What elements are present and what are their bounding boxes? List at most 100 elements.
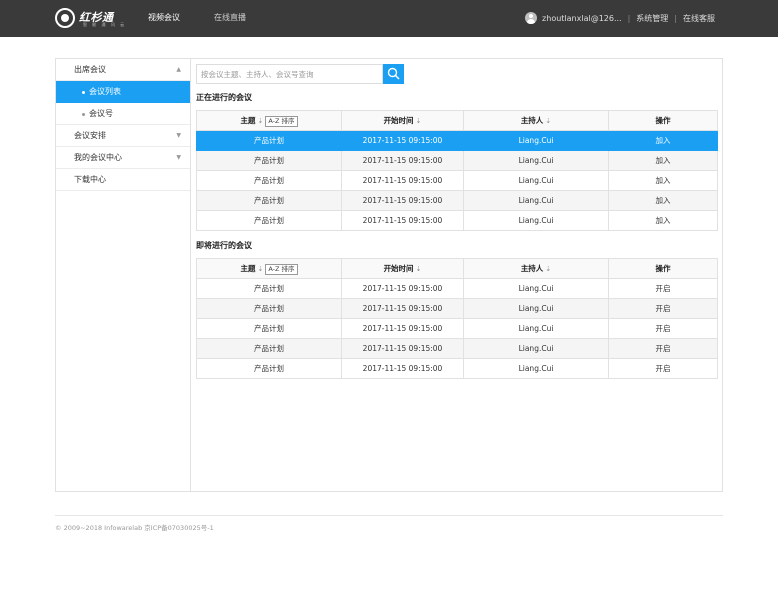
join-button[interactable]: 加入 [608, 170, 718, 191]
sort-down-icon[interactable]: ⇣ [416, 117, 422, 125]
column-header-topic[interactable]: 主题 ⇣ A-Z 排序 [196, 258, 342, 279]
bullet-icon [82, 113, 85, 116]
chevron-down-icon: ▼ [176, 132, 181, 139]
cell-host: Liang.Cui [463, 190, 609, 211]
cell-topic: 产品计划 [196, 190, 342, 211]
cell-host: Liang.Cui [463, 338, 609, 359]
search-icon [387, 67, 400, 80]
cell-topic: 产品计划 [196, 170, 342, 191]
logo[interactable]: 红杉通 智 能 通 讯 云 [55, 8, 125, 30]
cell-start-time: 2017-11-15 09:15:00 [341, 298, 464, 319]
join-button[interactable]: 加入 [608, 130, 718, 151]
cell-topic: 产品计划 [196, 278, 342, 299]
column-header-start-time[interactable]: 开始时间 ⇣ [341, 110, 464, 131]
column-header-host[interactable]: 主持人 ⇣ [463, 258, 609, 279]
content-area: 正在进行的会议 主题⇣A-Z 排序 开始时间⇣ 主持人⇣ 操作 产品计划 201… [196, 64, 718, 379]
header-label: 主题 [240, 263, 256, 273]
table-row[interactable]: 产品计划 2017-11-15 09:15:00 Liang.Cui 开启 [196, 298, 718, 319]
nav-video-meeting[interactable]: 视频会议 [148, 12, 180, 23]
main-panel: 出席会议 ▲ 会议列表 会议号 会议安排 ▼ 我的会议中心 ▼ 下载中心 按会议… [55, 58, 723, 492]
cell-topic: 产品计划 [196, 150, 342, 171]
cell-start-time: 2017-11-15 09:15:00 [341, 150, 464, 171]
start-button[interactable]: 开启 [608, 338, 718, 359]
cell-start-time: 2017-11-15 09:15:00 [341, 338, 464, 359]
column-header-action: 操作 [608, 258, 718, 279]
join-button[interactable]: 加入 [608, 210, 718, 231]
cell-host: Liang.Cui [463, 150, 609, 171]
table-row[interactable]: 产品计划 2017-11-15 09:15:00 Liang.Cui 加入 [196, 150, 718, 171]
sidebar-item-meeting-list[interactable]: 会议列表 [56, 81, 190, 103]
sort-down-icon[interactable]: ⇣ [545, 117, 551, 125]
divider: | [674, 13, 677, 23]
cell-host: Liang.Cui [463, 298, 609, 319]
nav-live-stream[interactable]: 在线直播 [214, 12, 246, 23]
user-area: zhoutlanxlal@126... | 系统管理 | 在线客服 [525, 11, 715, 25]
bullet-icon [82, 91, 85, 94]
cell-start-time: 2017-11-15 09:15:00 [341, 318, 464, 339]
sort-down-icon[interactable]: ⇣ [257, 265, 263, 273]
column-header-host[interactable]: 主持人 ⇣ [463, 110, 609, 131]
divider: | [627, 13, 631, 23]
join-button[interactable]: 加入 [608, 150, 718, 171]
cell-start-time: 2017-11-15 09:15:00 [341, 358, 464, 379]
search-input[interactable] [196, 64, 383, 84]
column-header-start-time[interactable]: 开始时间 ⇣ [341, 258, 464, 279]
column-header-topic[interactable]: 主题 ⇣ A-Z 排序 [196, 110, 342, 131]
table-row[interactable]: 产品计划 2017-11-15 09:15:00 Liang.Cui 开启 [196, 318, 718, 339]
cell-start-time: 2017-11-15 09:15:00 [341, 130, 464, 151]
avatar-icon[interactable] [525, 12, 538, 24]
ongoing-section-title: 正在进行的会议 [196, 93, 252, 102]
sidebar-item-download-center[interactable]: 下载中心 [56, 169, 190, 191]
cell-topic: 产品计划 [196, 338, 342, 359]
search-bar [196, 64, 716, 84]
sidebar-item-label: 我的会议中心 [74, 153, 122, 162]
table-row[interactable]: 产品计划 2017-11-15 09:15:00 Liang.Cui 加入 [196, 190, 718, 211]
sidebar-item-label: 会议号 [89, 109, 113, 118]
cell-topic: 产品计划 [196, 210, 342, 231]
header-label: 主持人 [520, 264, 544, 273]
ongoing-meetings-table: 主题 ⇣ A-Z 排序 开始时间 ⇣ 主持人 ⇣ 操作 产品计划 2017-11-15 … [196, 110, 718, 231]
join-button[interactable]: 加入 [608, 190, 718, 211]
table-row[interactable]: 产品计划 2017-11-15 09:15:00 Liang.Cui 开启 [196, 338, 718, 359]
logo-icon [55, 8, 75, 28]
table-row[interactable]: 产品计划 2017-11-15 09:15:00 Liang.Cui 加入 [196, 170, 718, 191]
footer-copyright: © 2009~2018 Infowarelab 京ICP备07030025号-1 [55, 524, 214, 532]
sidebar-item-my-meeting-center[interactable]: 我的会议中心 ▼ [56, 147, 190, 169]
system-management-link[interactable]: 系统管理 [636, 13, 668, 24]
user-account[interactable]: zhoutlanxlal@126... [542, 14, 622, 23]
cell-start-time: 2017-11-15 09:15:00 [341, 170, 464, 191]
start-button[interactable]: 开启 [608, 298, 718, 319]
sidebar: 出席会议 ▲ 会议列表 会议号 会议安排 ▼ 我的会议中心 ▼ 下载中心 [56, 59, 191, 491]
cell-host: Liang.Cui [463, 130, 609, 151]
column-header-action: 操作 [608, 110, 718, 131]
sort-down-icon[interactable]: ⇣ [416, 265, 422, 273]
sort-down-icon[interactable]: ⇣ [545, 265, 551, 273]
sidebar-item-attend-meeting[interactable]: 出席会议 ▲ [56, 59, 190, 81]
search-button[interactable] [383, 64, 404, 84]
table-row[interactable]: 产品计划 2017-11-15 09:15:00 Liang.Cui 开启 [196, 358, 718, 379]
logo-subtitle: 智 能 通 讯 云 [83, 22, 127, 27]
start-button[interactable]: 开启 [608, 278, 718, 299]
sidebar-item-label: 出席会议 [74, 65, 106, 74]
table-row[interactable]: 产品计划 2017-11-15 09:15:00 Liang.Cui 加入 [196, 210, 718, 231]
sidebar-item-meeting-schedule[interactable]: 会议安排 ▼ [56, 125, 190, 147]
cell-topic: 产品计划 [196, 130, 342, 151]
online-service-link[interactable]: 在线客服 [683, 13, 715, 24]
top-bar: 红杉通 智 能 通 讯 云 视频会议 在线直播 zhoutlanxlal@126… [0, 0, 778, 37]
table-header-row: 主题 ⇣ A-Z 排序 开始时间 ⇣ 主持人 ⇣ 操作 [196, 258, 718, 279]
cell-start-time: 2017-11-15 09:15:00 [341, 278, 464, 299]
sidebar-item-meeting-number[interactable]: 会议号 [56, 103, 190, 125]
start-button[interactable]: 开启 [608, 358, 718, 379]
upcoming-section-title: 即将进行的会议 [196, 241, 252, 250]
az-sort-button[interactable]: A-Z 排序 [265, 263, 298, 275]
az-sort-button[interactable]: A-Z 排序 [265, 115, 298, 127]
cell-host: Liang.Cui [463, 170, 609, 191]
table-row[interactable]: 产品计划 2017-11-15 09:15:00 Liang.Cui 加入 [196, 130, 718, 151]
cell-topic: 产品计划 [196, 358, 342, 379]
sort-down-icon[interactable]: ⇣ [257, 117, 263, 125]
table-row[interactable]: 产品计划 2017-11-15 09:15:00 Liang.Cui 开启 [196, 278, 718, 299]
start-button[interactable]: 开启 [608, 318, 718, 339]
cell-host: Liang.Cui [463, 358, 609, 379]
chevron-up-icon: ▲ [176, 66, 181, 73]
header-label: 主持人 [520, 116, 544, 125]
